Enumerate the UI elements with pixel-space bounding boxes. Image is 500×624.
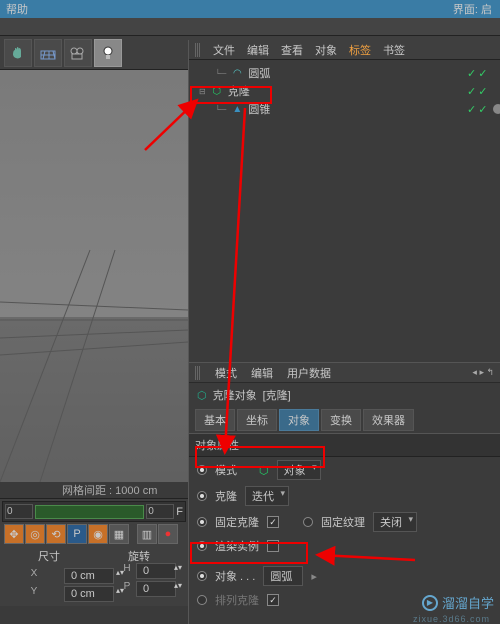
timeline-range[interactable] xyxy=(35,505,144,519)
hand-icon[interactable] xyxy=(4,39,32,67)
cloner-icon: ⬡ xyxy=(197,389,207,402)
attr-menubar: 模式 编辑 用户数据 ◂ ▸ ↰ xyxy=(189,363,500,383)
frame-suffix: F xyxy=(176,506,183,518)
label-object: 对象 . . . xyxy=(215,568,255,584)
watermark: ▶ 溜溜自学 xyxy=(422,593,494,612)
tab-effectors[interactable]: 效果器 xyxy=(363,409,414,431)
mode-p-icon[interactable]: P xyxy=(67,524,87,544)
mode-o-icon[interactable]: ◉ xyxy=(88,524,108,544)
om-menu-file[interactable]: 文件 xyxy=(213,42,235,58)
label-clone: 克隆 xyxy=(215,488,237,504)
radio-mode[interactable] xyxy=(197,465,207,475)
tree-row-cloner[interactable]: ⊟ ⬡ 克隆 ✓✓ xyxy=(193,82,496,100)
om-menu-tags[interactable]: 标签 xyxy=(349,42,371,58)
light-icon[interactable] xyxy=(94,39,122,67)
tree-label: 克隆 xyxy=(228,83,250,99)
camera-icon[interactable] xyxy=(64,39,92,67)
radio-clone[interactable] xyxy=(197,491,207,501)
timeline-row: F xyxy=(2,501,186,522)
radio-arrange xyxy=(197,595,207,605)
attr-menu-mode[interactable]: 模式 xyxy=(215,365,237,381)
prop-mode-row: 模式 ⬡ 对象 xyxy=(189,457,500,483)
dropdown-mode[interactable]: 对象 xyxy=(277,460,321,480)
picker-icon[interactable]: ▸ xyxy=(311,570,317,583)
play-icon: ▶ xyxy=(422,595,438,611)
mode-rotate-icon[interactable]: ⟲ xyxy=(46,524,66,544)
frame-start[interactable] xyxy=(5,504,33,519)
om-menu-view[interactable]: 查看 xyxy=(281,42,303,58)
object-manager: 文件 编辑 查看 对象 标签 书签 └─ ◠ 圆弧 ✓✓ ⊟ ⬡ 克隆 ✓✓ └… xyxy=(188,40,500,624)
field-x[interactable]: 0 cm xyxy=(64,568,114,584)
tab-coord[interactable]: 坐标 xyxy=(237,409,277,431)
attr-title: ⬡ 克隆对象 [克隆] xyxy=(189,383,500,407)
label-fixtex: 固定纹理 xyxy=(321,514,365,530)
object-tree: └─ ◠ 圆弧 ✓✓ ⊟ ⬡ 克隆 ✓✓ └─ ▲ 圆锥 ✓✓ xyxy=(189,60,500,122)
nav-arrows[interactable]: ◂ ▸ ↰ xyxy=(472,367,500,378)
attribute-manager: 模式 编辑 用户数据 ◂ ▸ ↰ ⬡ 克隆对象 [克隆] 基本 坐标 对象 变换… xyxy=(189,362,500,611)
menu-help[interactable]: 帮助 xyxy=(6,1,28,17)
layout-label[interactable]: 界面: 启 xyxy=(453,1,492,17)
check-fixclone[interactable]: ✓ xyxy=(267,516,279,528)
attr-tabs: 基本 坐标 对象 变换 效果器 xyxy=(189,407,500,433)
bottom-controls: F ✥ ◎ ⟲ P ◉ ▦ ▥ ● 尺寸 旋转 X 0 cm ▴▾ Y 0 cm… xyxy=(0,498,188,606)
prop-fixclone-row: 固定克隆 ✓ 固定纹理 关闭 xyxy=(189,509,500,535)
props-header: 对象属性 xyxy=(189,433,500,457)
radio-render[interactable] xyxy=(197,541,207,551)
label-mode: 模式 xyxy=(215,462,237,478)
attr-title-suffix: [克隆] xyxy=(263,387,291,403)
stepper-icon[interactable]: ▴▾ xyxy=(174,563,190,579)
frame-cur[interactable] xyxy=(146,504,174,519)
grid-info: 网格间距 : 1000 cm xyxy=(62,482,157,498)
check-arrange: ✓ xyxy=(267,594,279,606)
prop-render-row: 渲染实例 xyxy=(189,535,500,557)
om-menu-objects[interactable]: 对象 xyxy=(315,42,337,58)
tree-row-cone[interactable]: └─ ▲ 圆锥 ✓✓ xyxy=(193,100,496,118)
tab-transform[interactable]: 变换 xyxy=(321,409,361,431)
tree-label: 圆锥 xyxy=(248,101,270,117)
cone-icon: ▲ xyxy=(230,102,244,116)
object-menubar: 文件 编辑 查看 对象 标签 书签 xyxy=(189,40,500,60)
dropdown-clone[interactable]: 迭代 xyxy=(245,486,289,506)
arc-icon: ◠ xyxy=(230,66,244,80)
check-render[interactable] xyxy=(267,540,279,552)
prop-object-row: 对象 . . . 圆弧 ▸ xyxy=(189,563,500,589)
om-menu-bookmarks[interactable]: 书签 xyxy=(383,42,405,58)
radio-fixclone[interactable] xyxy=(197,517,207,527)
attr-menu-edit[interactable]: 编辑 xyxy=(251,365,273,381)
mode-grid-icon[interactable]: ▦ xyxy=(109,524,129,544)
watermark-url: zixue.3d66.com xyxy=(413,614,490,624)
field-p[interactable]: 0 xyxy=(136,581,176,597)
grid-icon[interactable] xyxy=(34,39,62,67)
grip-icon[interactable] xyxy=(195,366,201,380)
radio-fixtex[interactable] xyxy=(303,517,313,527)
tree-label: 圆弧 xyxy=(248,65,270,81)
grip-icon[interactable] xyxy=(195,43,201,57)
attr-title-label: 克隆对象 xyxy=(213,387,257,403)
film-icon[interactable]: ▥ xyxy=(137,524,157,544)
radio-object[interactable] xyxy=(197,571,207,581)
label-fixclone: 固定克隆 xyxy=(215,514,259,530)
label-render: 渲染实例 xyxy=(215,538,259,554)
prop-clone-row: 克隆 迭代 xyxy=(189,483,500,509)
tree-row-arc[interactable]: └─ ◠ 圆弧 ✓✓ xyxy=(193,64,496,82)
mode-icon-row: ✥ ◎ ⟲ P ◉ ▦ ▥ ● xyxy=(2,522,186,546)
header-size: 尺寸 xyxy=(38,548,60,564)
label-arrange: 排列克隆 xyxy=(215,592,259,608)
tab-basic[interactable]: 基本 xyxy=(195,409,235,431)
field-y[interactable]: 0 cm xyxy=(64,586,114,602)
stepper-icon[interactable]: ▴▾ xyxy=(174,581,190,597)
field-h[interactable]: 0 xyxy=(136,563,176,579)
mode-move-icon[interactable]: ✥ xyxy=(4,524,24,544)
tab-object[interactable]: 对象 xyxy=(279,409,319,431)
mode-axis-icon[interactable]: ◎ xyxy=(25,524,45,544)
field-object[interactable]: 圆弧 xyxy=(263,566,303,586)
cloner-icon: ⬡ xyxy=(210,84,224,98)
watermark-brand: 溜溜自学 xyxy=(442,593,494,612)
rec-icon[interactable]: ● xyxy=(158,524,178,544)
dropdown-fixtex[interactable]: 关闭 xyxy=(373,512,417,532)
cloner-icon: ⬡ xyxy=(259,464,269,477)
attr-menu-userdata[interactable]: 用户数据 xyxy=(287,365,331,381)
viewport[interactable] xyxy=(0,70,188,482)
om-menu-edit[interactable]: 编辑 xyxy=(247,42,269,58)
